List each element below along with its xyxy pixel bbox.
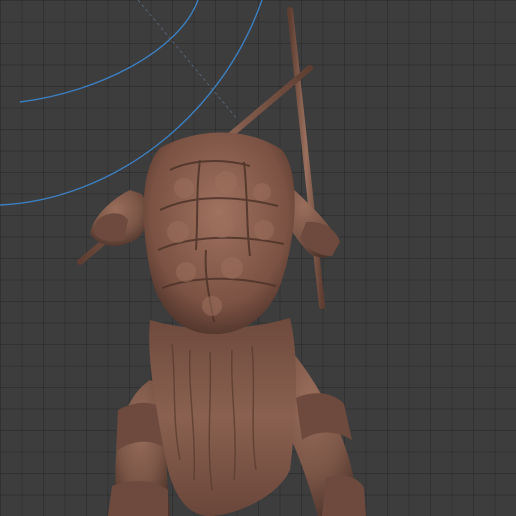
gizmo-axis-line (137, 0, 239, 121)
gizmo-arc-inner (19, 0, 199, 103)
wrist-wrap-right (300, 221, 340, 256)
viewport-3d[interactable]: 3D sculpt viewport (0, 0, 516, 516)
ankle-wrap-right (322, 475, 366, 516)
loincloth (149, 318, 297, 516)
sculpt-model[interactable] (77, 7, 366, 516)
staff-right (287, 7, 325, 309)
ankle-wrap-left (108, 481, 168, 516)
viewport-canvas[interactable] (0, 0, 516, 516)
